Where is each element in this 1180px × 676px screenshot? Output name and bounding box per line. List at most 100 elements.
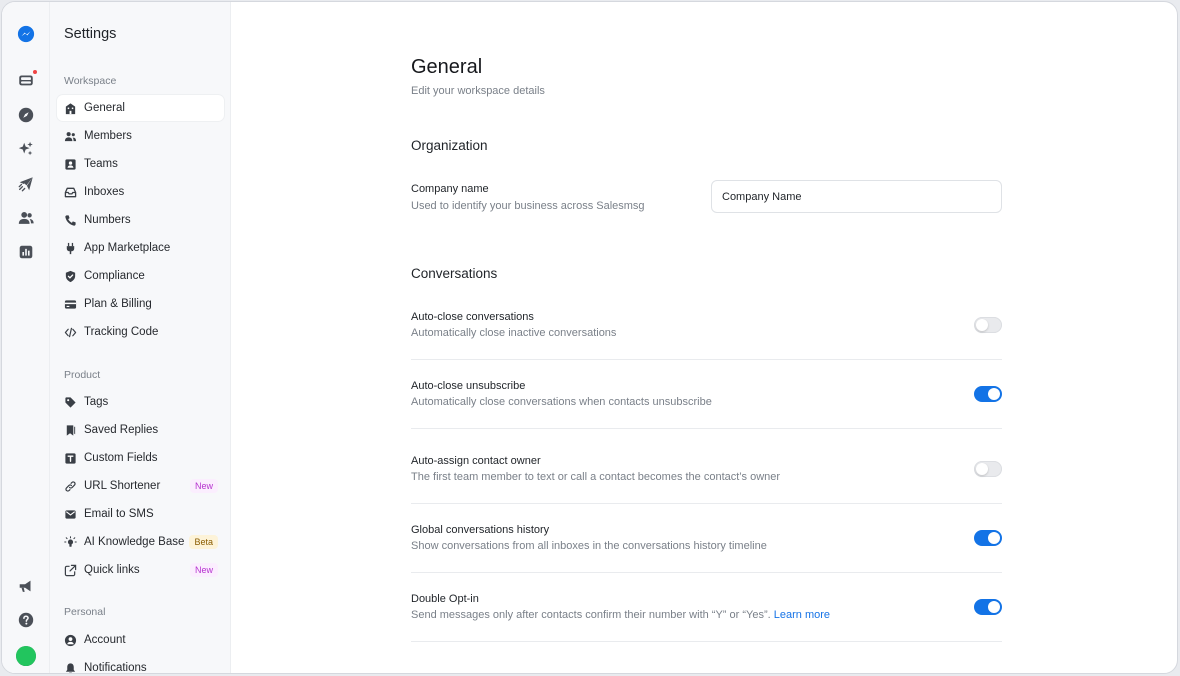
sidebar-item-custom-fields[interactable]: Custom Fields — [57, 445, 224, 471]
auto-assign-contact-owner-help: The first team member to text or call a … — [411, 471, 781, 483]
sidebar-item-app-marketplace[interactable]: App Marketplace — [57, 235, 224, 261]
double-opt-in-help: Send messages only after contacts confir… — [411, 609, 830, 621]
organization-section-title: Organization — [411, 138, 488, 153]
settings-content: General Edit your workspace details Orga… — [232, 2, 1177, 673]
global-conversations-history-label: Global conversations history — [411, 524, 550, 536]
sidebar-item-inboxes[interactable]: Inboxes — [57, 179, 224, 205]
app-window: Settings Workspace General Members Teams… — [1, 1, 1178, 674]
auto-close-unsubscribe-toggle[interactable] — [974, 386, 1002, 402]
plug-icon — [64, 242, 77, 255]
double-opt-in-help-text: Send messages only after contacts confir… — [411, 609, 771, 621]
icon-rail — [2, 2, 50, 673]
sidebar-item-url-shortener[interactable]: URL Shortener New — [57, 473, 224, 499]
sidebar-item-compliance[interactable]: Compliance — [57, 263, 224, 289]
new-badge: New — [189, 479, 218, 493]
sidebar-item-label: Plan & Billing — [84, 298, 152, 310]
sidebar-item-label: Teams — [84, 158, 118, 170]
credit-card-icon — [64, 298, 77, 311]
auto-close-unsubscribe-help: Automatically close conversations when c… — [411, 396, 712, 408]
divider — [411, 641, 1002, 642]
auto-close-unsubscribe-label: Auto-close unsubscribe — [411, 380, 526, 392]
bookmark-icon — [64, 424, 77, 437]
notification-dot — [32, 69, 38, 75]
external-link-icon — [64, 564, 77, 577]
inbox-nav-icon[interactable] — [16, 69, 38, 90]
sidebar-item-numbers[interactable]: Numbers — [57, 207, 224, 233]
sidebar-item-teams[interactable]: Teams — [57, 151, 224, 177]
sidebar-item-label: General — [84, 102, 125, 114]
double-opt-in-toggle[interactable] — [974, 599, 1002, 615]
section-label-product: Product — [64, 369, 101, 381]
online-status-dot — [16, 646, 36, 666]
sidebar-item-tags[interactable]: Tags — [57, 389, 224, 415]
global-conversations-history-help: Show conversations from all inboxes in t… — [411, 540, 767, 552]
megaphone-icon[interactable] — [16, 576, 36, 596]
sidebar-item-label: Members — [84, 130, 132, 142]
sidebar-item-email-to-sms[interactable]: Email to SMS — [57, 501, 224, 527]
sidebar-item-label: Account — [84, 634, 126, 646]
text-field-icon — [64, 452, 77, 465]
beta-badge: Beta — [189, 535, 218, 549]
sidebar-item-members[interactable]: Members — [57, 123, 224, 149]
compass-icon[interactable] — [16, 105, 36, 125]
sidebar-item-quick-links[interactable]: Quick links New — [57, 557, 224, 583]
link-icon — [64, 480, 77, 493]
sidebar-item-label: Saved Replies — [84, 424, 159, 436]
sidebar-item-notifications[interactable]: Notifications — [57, 655, 224, 674]
sidebar-item-general[interactable]: General — [57, 95, 224, 121]
divider — [411, 503, 1002, 504]
contacts-icon[interactable] — [16, 208, 36, 228]
sidebar-item-label: Compliance — [84, 270, 145, 282]
inbox-icon — [64, 186, 77, 199]
envelope-icon — [64, 508, 77, 521]
double-opt-in-label: Double Opt-in — [411, 593, 479, 605]
auto-assign-contact-owner-label: Auto-assign contact owner — [411, 455, 541, 467]
sidebar-item-label: App Marketplace — [84, 242, 171, 254]
global-conversations-history-toggle[interactable] — [974, 530, 1002, 546]
divider — [411, 428, 1002, 429]
sidebar-title: Settings — [64, 26, 117, 42]
help-icon[interactable] — [16, 610, 36, 630]
divider — [411, 359, 1002, 360]
sidebar-item-label: Tags — [84, 396, 109, 408]
auto-close-conversations-toggle[interactable] — [974, 317, 1002, 333]
messenger-logo-icon[interactable] — [16, 24, 36, 44]
company-name-input[interactable] — [711, 180, 1002, 213]
sidebar-item-tracking-code[interactable]: Tracking Code — [57, 319, 224, 345]
sidebar-item-label: Notifications — [84, 662, 147, 674]
analytics-icon[interactable] — [16, 242, 36, 262]
sidebar-item-plan-billing[interactable]: Plan & Billing — [57, 291, 224, 317]
shield-check-icon — [64, 270, 77, 283]
users-icon — [64, 130, 77, 143]
sidebar-item-label: Numbers — [84, 214, 131, 226]
sparkles-icon[interactable] — [16, 139, 36, 159]
section-label-workspace: Workspace — [64, 75, 117, 87]
sidebar-item-label: Inboxes — [84, 186, 125, 198]
sidebar-item-label: AI Knowledge Base — [84, 536, 185, 548]
auto-assign-contact-owner-toggle[interactable] — [974, 461, 1002, 477]
id-card-icon — [64, 158, 77, 171]
settings-sidebar: Settings Workspace General Members Teams… — [50, 2, 231, 673]
sidebar-item-label: Custom Fields — [84, 452, 158, 464]
campaign-send-icon[interactable] — [16, 174, 36, 194]
sidebar-item-account[interactable]: Account — [57, 627, 224, 653]
page-subtitle: Edit your workspace details — [411, 85, 545, 97]
auto-close-conversations-label: Auto-close conversations — [411, 311, 534, 323]
building-icon — [64, 102, 77, 115]
new-badge: New — [189, 563, 218, 577]
company-name-help: Used to identify your business across Sa… — [411, 200, 645, 212]
phone-icon — [64, 214, 77, 227]
sidebar-item-saved-replies[interactable]: Saved Replies — [57, 417, 224, 443]
sidebar-item-label: Tracking Code — [84, 326, 159, 338]
sidebar-item-ai-knowledge-base[interactable]: AI Knowledge Base Beta — [57, 529, 224, 555]
learn-more-link[interactable]: Learn more — [774, 609, 830, 621]
page-title: General — [411, 56, 483, 78]
sidebar-item-label: Quick links — [84, 564, 140, 576]
divider — [411, 572, 1002, 573]
section-label-personal: Personal — [64, 606, 106, 618]
auto-close-conversations-help: Automatically close inactive conversatio… — [411, 327, 617, 339]
tag-icon — [64, 396, 77, 409]
bell-icon — [64, 662, 77, 673]
company-name-label: Company name — [411, 183, 489, 195]
sidebar-item-label: Email to SMS — [84, 508, 154, 520]
